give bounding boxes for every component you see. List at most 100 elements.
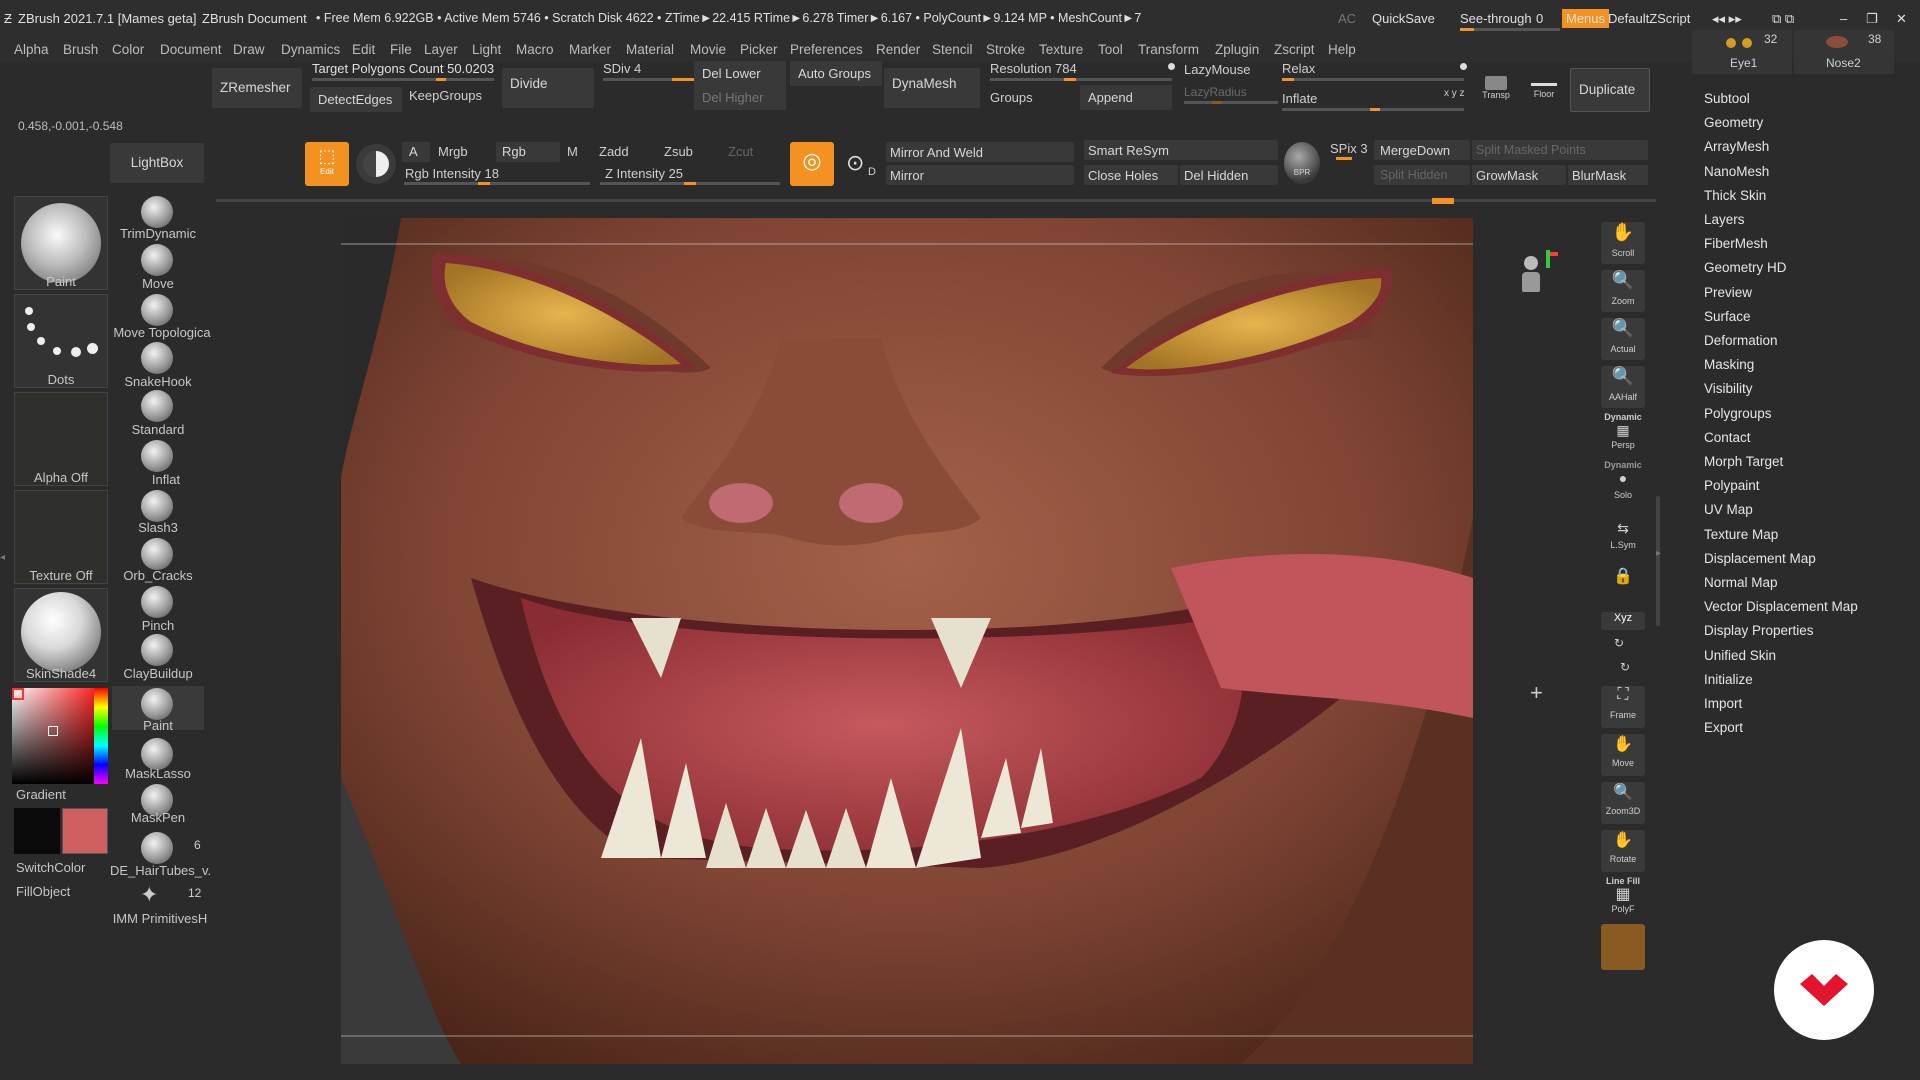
collapse-right-icon[interactable]: ▸ [1656,548,1661,559]
tool-subtool[interactable]: Subtool [1704,91,1750,106]
standard-brush-icon[interactable] [141,390,173,422]
slash3-brush-icon[interactable] [141,490,173,522]
del-lower-button[interactable]: Del Lower [694,61,786,86]
resolution-track[interactable] [990,78,1172,81]
brush-inflat[interactable]: Inflat [120,472,212,487]
tool-geometry-hd[interactable]: Geometry HD [1704,260,1787,275]
xyz-toggle[interactable]: Xyz [1601,612,1645,630]
orb-cracks-brush-icon[interactable] [141,538,173,570]
layout-arrows-icon[interactable]: ◂◂ ▸▸ [1712,11,1742,27]
viewport-canvas[interactable] [341,218,1473,1064]
move-view-button[interactable]: ✋ [1601,734,1645,776]
brush-imm-primitives[interactable]: IMM PrimitivesH [110,911,210,926]
tool-uv-map[interactable]: UV Map [1704,502,1753,517]
floor-button[interactable]: Floor [1524,76,1564,106]
minimize-icon[interactable]: – [1840,11,1847,26]
see-through-track[interactable] [1460,28,1560,31]
detect-edges-toggle[interactable]: DetectEdges [310,87,402,112]
ghost-button[interactable] [1601,924,1645,970]
menu-zplugin[interactable]: Zplugin [1215,42,1259,57]
rgb-toggle[interactable]: Rgb [496,142,560,162]
inflate-axis-icon[interactable]: x y z [1444,88,1465,99]
menu-movie[interactable]: Movie [690,42,726,57]
menu-material[interactable]: Material [626,42,674,57]
relax-dot-icon[interactable] [1460,63,1467,70]
lightbox-button[interactable]: LightBox [110,143,204,183]
brush-standard[interactable]: Standard [112,422,204,437]
relax-slider[interactable]: Relax [1282,61,1315,76]
gradient-toggle[interactable]: Gradient [16,787,66,802]
menu-macro[interactable]: Macro [516,42,554,57]
tool-visibility[interactable]: Visibility [1704,381,1753,396]
target-polygons-track[interactable] [312,78,494,81]
menu-dynamics[interactable]: Dynamics [281,42,340,57]
tool-displacement-map[interactable]: Displacement Map [1704,551,1816,566]
menu-marker[interactable]: Marker [569,42,611,57]
brush-claybuildup[interactable]: ClayBuildup [112,666,204,681]
timeline-marker[interactable] [1432,198,1454,204]
mrgb-toggle[interactable]: Mrgb [438,144,468,159]
menu-stroke[interactable]: Stroke [986,42,1025,57]
keep-groups-toggle[interactable]: KeepGroups [409,88,482,103]
brush-pinch[interactable]: Pinch [112,618,204,633]
window-layout-icon[interactable]: ⧉ ⧉ [1772,11,1794,27]
a-toggle[interactable]: A [402,142,430,162]
menu-file[interactable]: File [390,42,412,57]
resolution-lock-icon[interactable] [1168,63,1175,70]
menu-stencil[interactable]: Stencil [932,42,973,57]
snakehook-brush-icon[interactable] [141,342,173,374]
zadd-toggle[interactable]: Zadd [599,144,629,159]
duplicate-button[interactable]: Duplicate [1570,68,1650,112]
brush-de-hairtubes[interactable]: DE_HairTubes_v. [110,863,211,878]
tool-normal-map[interactable]: Normal Map [1704,575,1778,590]
tool-geometry[interactable]: Geometry [1704,115,1763,130]
lazyradius-track[interactable] [1184,101,1278,104]
resolution-slider[interactable]: Resolution 784 [990,61,1077,76]
split-hidden-button[interactable]: Split Hidden [1374,165,1470,185]
tool-import[interactable]: Import [1704,696,1742,711]
hairtubes-brush-icon[interactable] [141,832,173,864]
smart-resym-button[interactable]: Smart ReSym [1084,140,1278,160]
collapse-left-icon[interactable]: ◂ [0,552,5,563]
menu-document[interactable]: Document [160,42,222,57]
mirror-and-weld-button[interactable]: Mirror And Weld [886,142,1074,162]
claybuildup-brush-icon[interactable] [141,634,173,666]
grow-mask-button[interactable]: GrowMask [1472,165,1566,185]
tool-unified-skin[interactable]: Unified Skin [1704,648,1776,663]
draw-mode-button[interactable] [356,144,396,184]
tool-export[interactable]: Export [1704,720,1743,735]
tool-arraymesh[interactable]: ArrayMesh [1704,139,1769,154]
tool-initialize[interactable]: Initialize [1704,672,1753,687]
brush-trimdynamic[interactable]: TrimDynamic [112,226,204,241]
fill-object-button[interactable]: FillObject [16,884,70,899]
move-topological-brush-icon[interactable] [141,294,173,326]
zoom3d-button[interactable]: 🔍 [1601,782,1645,824]
brush-slash3[interactable]: Slash3 [112,520,204,535]
dynamesh-button[interactable]: DynaMesh [884,68,980,108]
rotate-y-icon[interactable]: ↻ [1614,636,1624,650]
default-zscript-button[interactable]: DefaultZScript [1608,11,1690,26]
edit-mode-button[interactable]: ⬚ Edit [305,142,349,186]
color-picker-cursor[interactable] [48,726,58,736]
z-intensity-slider[interactable]: Z Intensity 25 [605,166,683,181]
subtool-thumb-nose2[interactable]: 38 Nose2 [1794,30,1894,74]
menu-transform[interactable]: Transform [1138,42,1199,57]
tool-vector-displacement-map[interactable]: Vector Displacement Map [1704,599,1858,614]
menu-brush[interactable]: Brush [63,42,98,57]
brush-paint[interactable]: Paint [112,718,204,733]
menu-color[interactable]: Color [112,42,144,57]
bpr-render-button[interactable]: BPR [1284,142,1320,184]
groups-toggle[interactable]: Groups [990,90,1033,105]
menu-preferences[interactable]: Preferences [790,42,863,57]
tool-nanomesh[interactable]: NanoMesh [1704,164,1769,179]
brush-snakehook[interactable]: SnakeHook [112,374,204,389]
sdiv-slider[interactable]: SDiv 4 [603,61,641,76]
divide-button[interactable]: Divide [502,68,594,108]
append-button[interactable]: Append [1080,85,1172,110]
gyro-icon[interactable]: ⊙ [846,150,864,176]
relax-track[interactable] [1282,78,1464,81]
secondary-color-swatch[interactable] [62,808,108,854]
menu-picker[interactable]: Picker [740,42,778,57]
subtool-thumb-eye1[interactable]: 32 Eye1 [1692,30,1792,74]
del-hidden-button[interactable]: Del Hidden [1180,165,1278,185]
